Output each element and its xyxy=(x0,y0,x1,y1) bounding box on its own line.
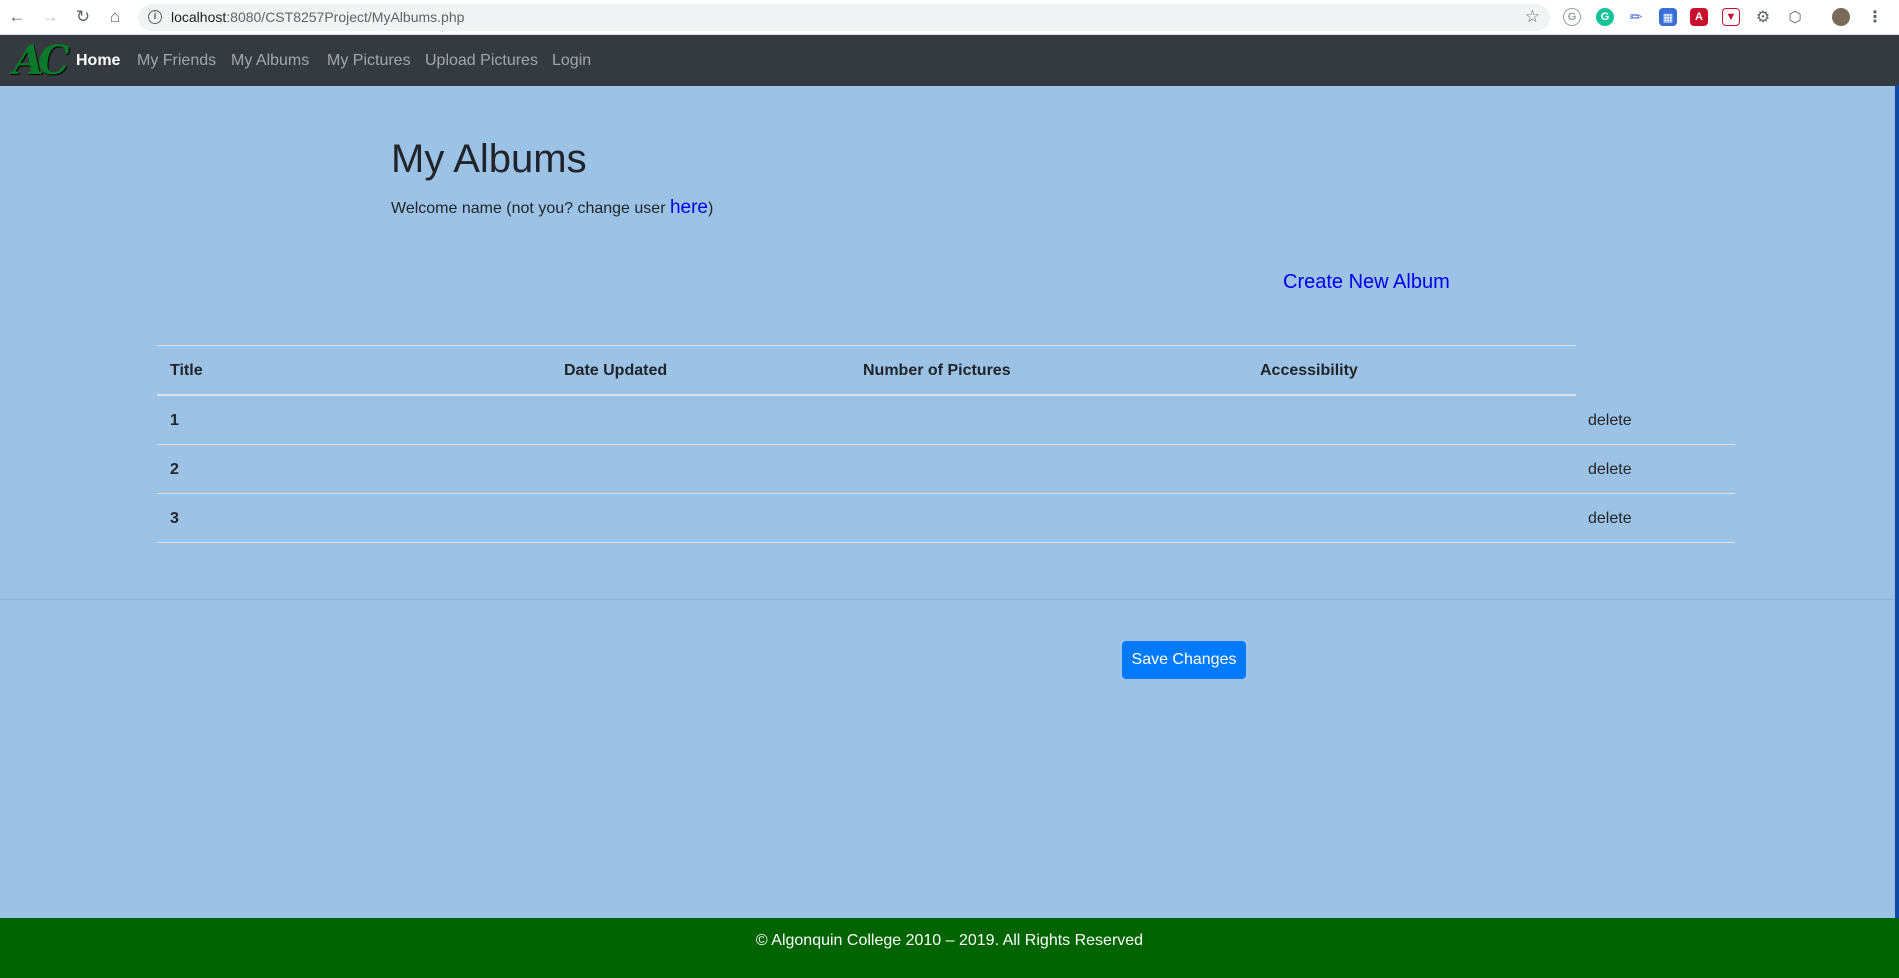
delete-link[interactable]: delete xyxy=(1588,412,1632,430)
reload-icon[interactable]: ↻ xyxy=(72,6,94,28)
page-footer: © Algonquin College 2010 – 2019. All Rig… xyxy=(0,918,1899,978)
column-header-accessibility[interactable]: Accessibility xyxy=(1260,362,1358,380)
avatar[interactable] xyxy=(1832,8,1850,26)
address-bar[interactable]: i localhost:8080/CST8257Project/MyAlbums… xyxy=(138,4,1550,31)
table-row: 3 delete xyxy=(157,494,1735,543)
column-header-number-of-pictures[interactable]: Number of Pictures xyxy=(863,362,1011,380)
scroll-edge xyxy=(1895,85,1899,918)
arrow-left-icon[interactable]: ← xyxy=(6,6,28,28)
pdf-icon[interactable]: A xyxy=(1690,8,1708,26)
create-new-album-link[interactable]: Create New Album xyxy=(1283,271,1450,294)
nav-item-home[interactable]: Home xyxy=(76,52,120,70)
table-row: 2 delete xyxy=(157,445,1735,494)
save-changes-button[interactable]: Save Changes xyxy=(1122,641,1246,679)
grammarly-icon[interactable]: G xyxy=(1596,8,1614,26)
album-title-cell: 1 xyxy=(170,412,179,429)
menu-kebab-icon[interactable]: ⋮ xyxy=(1866,8,1884,26)
nav-item-my-friends[interactable]: My Friends xyxy=(137,52,216,70)
home-icon[interactable]: ⌂ xyxy=(104,6,126,28)
extension-icon[interactable]: G xyxy=(1563,8,1581,26)
table-row: 1 delete xyxy=(157,396,1735,445)
cube-icon[interactable]: ⬡ xyxy=(1786,8,1804,26)
delete-link[interactable]: delete xyxy=(1588,461,1632,479)
site-navbar: AC Home My Friends My Albums My Pictures… xyxy=(0,35,1899,86)
arrow-right-icon[interactable]: → xyxy=(39,6,61,28)
eyedropper-icon[interactable]: ✏ xyxy=(1627,8,1645,26)
album-title-cell: 2 xyxy=(170,461,179,478)
info-icon[interactable]: i xyxy=(148,10,162,24)
gear-icon[interactable]: ⚙ xyxy=(1754,8,1772,26)
nav-item-my-pictures[interactable]: My Pictures xyxy=(327,52,411,70)
column-header-title[interactable]: Title xyxy=(170,362,203,380)
divider xyxy=(0,599,1899,600)
delete-link[interactable]: delete xyxy=(1588,510,1632,528)
welcome-text: Welcome name (not you? change user xyxy=(391,200,670,217)
change-user-link[interactable]: here xyxy=(670,197,708,218)
album-title-cell: 3 xyxy=(170,510,179,527)
welcome-suffix: ) xyxy=(708,200,714,217)
column-header-date-updated[interactable]: Date Updated xyxy=(564,362,667,380)
nav-item-login[interactable]: Login xyxy=(552,52,591,70)
url-text[interactable]: localhost:8080/CST8257Project/MyAlbums.p… xyxy=(171,9,464,25)
browser-toolbar: ← → ↻ ⌂ i localhost:8080/CST8257Project/… xyxy=(0,0,1899,35)
nav-item-upload-pictures[interactable]: Upload Pictures xyxy=(425,52,538,70)
nav-item-my-albums[interactable]: My Albums xyxy=(231,52,309,70)
pocket-icon[interactable]: ▼ xyxy=(1722,8,1740,26)
extension-icon[interactable]: ▦ xyxy=(1659,8,1677,26)
table-header: Title Date Updated Number of Pictures Ac… xyxy=(157,345,1576,396)
college-logo[interactable]: AC xyxy=(13,40,70,82)
page-title: My Albums xyxy=(391,137,587,181)
welcome-message: Welcome name (not you? change user here) xyxy=(391,197,713,219)
star-icon[interactable]: ☆ xyxy=(1525,7,1540,27)
